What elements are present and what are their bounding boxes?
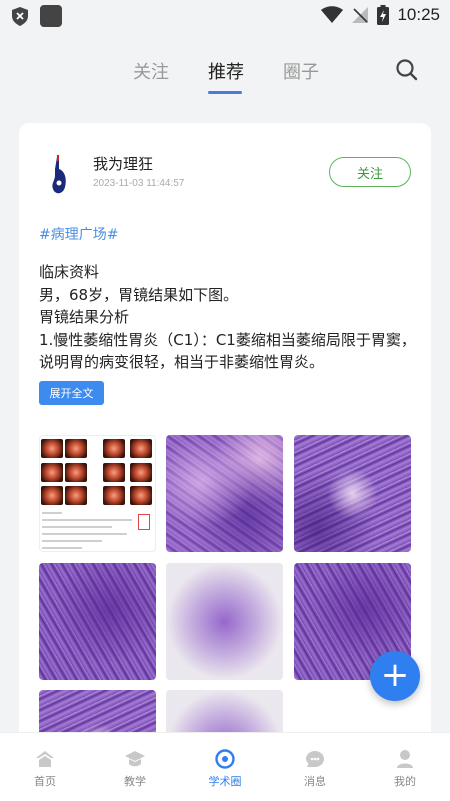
post-body: 临床资料 男，68岁，胃镜结果如下图。 胃镜结果分析 1.慢性萎缩性胃炎（C1）… <box>39 261 419 374</box>
clock: 10:25 <box>397 5 440 24</box>
active-tab-indicator <box>208 91 242 94</box>
no-signal-icon <box>352 7 369 23</box>
author-name[interactable]: 我为理狂 <box>93 153 153 174</box>
app-notification-icon <box>40 5 62 27</box>
nav-academic-circle[interactable]: 学术圈 <box>180 733 270 801</box>
nav-messages[interactable]: 消息 <box>270 733 360 801</box>
message-icon <box>306 751 324 767</box>
follow-button[interactable]: 关注 <box>329 157 411 187</box>
pathology-slide-image[interactable] <box>39 563 156 680</box>
pathology-slide-image[interactable] <box>166 563 283 680</box>
home-icon <box>36 751 54 767</box>
battery-charging-icon <box>377 5 390 25</box>
post-line: 1.慢性萎缩性胃炎（C1）：C1萎缩相当萎缩局限于胃窦，说明胃的病变很轻，相当于… <box>39 330 416 372</box>
post-line: 胃镜结果分析 <box>39 308 130 326</box>
expand-full-text-button[interactable]: 展开全文 <box>39 381 104 405</box>
post-line: 临床资料 <box>39 263 100 281</box>
shield-icon <box>12 6 28 26</box>
pathology-slide-image[interactable] <box>166 435 283 552</box>
post-card[interactable]: 我为理狂 2023-11-03 11:44:57 关注 #病理广场# 临床资料 … <box>19 123 431 763</box>
hashtag-link[interactable]: #病理广场# <box>39 224 118 244</box>
status-bar: 10:25 <box>0 0 450 34</box>
wifi-icon <box>321 6 344 23</box>
post-timestamp: 2023-11-03 11:44:57 <box>93 178 185 189</box>
search-icon[interactable] <box>394 57 420 83</box>
tab-following[interactable]: 关注 <box>133 58 169 84</box>
nav-home[interactable]: 首页 <box>0 733 90 801</box>
tab-recommended[interactable]: 推荐 <box>208 58 244 84</box>
nav-profile[interactable]: 我的 <box>360 733 450 801</box>
graduation-cap-icon <box>125 751 145 767</box>
avatar[interactable] <box>47 155 73 197</box>
nav-teaching[interactable]: 教学 <box>90 733 180 801</box>
profile-icon <box>397 750 413 768</box>
post-line: 男，68岁，胃镜结果如下图。 <box>39 285 239 304</box>
endoscopy-report-image[interactable] <box>39 435 156 552</box>
create-post-button[interactable]: + <box>370 651 420 701</box>
bottom-navigation: 首页 教学 学术圈 消息 我的 <box>0 732 450 801</box>
compass-icon <box>215 749 235 769</box>
pathology-slide-image[interactable] <box>294 435 411 552</box>
top-tab-bar: 关注 推荐 圈子 <box>0 44 450 96</box>
tab-circles[interactable]: 圈子 <box>283 58 319 84</box>
